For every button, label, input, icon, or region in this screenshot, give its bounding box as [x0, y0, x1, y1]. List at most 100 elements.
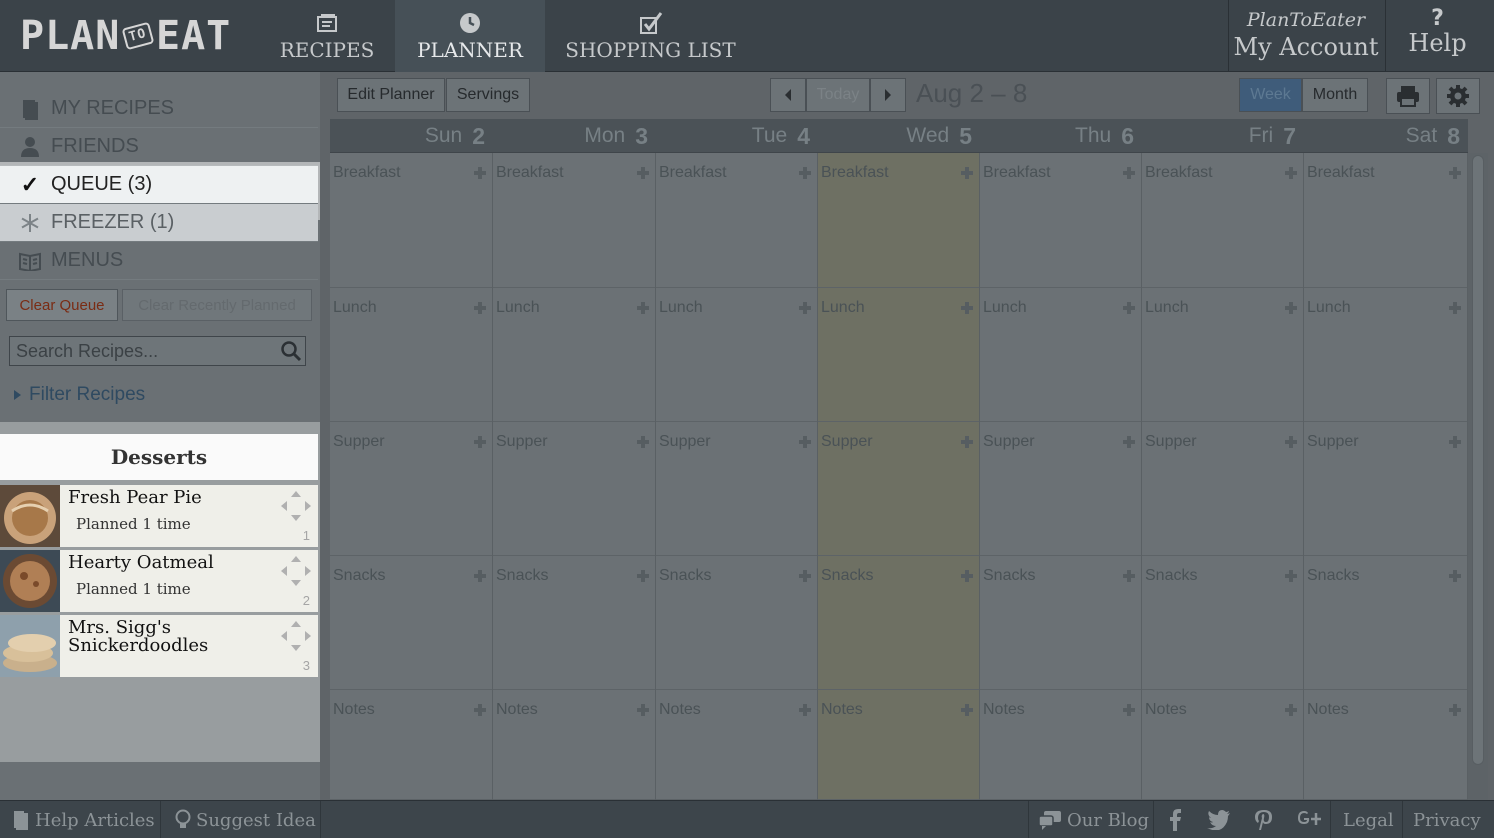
- clear-recently-planned-button[interactable]: Clear Recently Planned: [122, 289, 312, 321]
- plantoeat-logo[interactable]: PLAN TO EAT: [20, 13, 231, 59]
- add-meal-plus-icon[interactable]: [1123, 704, 1135, 716]
- sidebar-item-my-recipes[interactable]: MY RECIPES: [0, 90, 318, 128]
- drag-handle-icon[interactable]: [280, 555, 312, 587]
- add-meal-plus-icon[interactable]: [1449, 436, 1461, 448]
- search-icon[interactable]: [280, 340, 302, 362]
- recipe-item-hearty-oatmeal[interactable]: Hearty Oatmeal Planned 1 time 2: [0, 550, 318, 612]
- legal-link[interactable]: Legal: [1343, 801, 1394, 838]
- add-meal-plus-icon[interactable]: [961, 167, 973, 179]
- meal-slot-notes[interactable]: Notes: [1304, 690, 1467, 800]
- add-meal-plus-icon[interactable]: [1449, 302, 1461, 314]
- next-week-button[interactable]: [870, 78, 906, 112]
- meal-slot-lunch[interactable]: Lunch: [818, 288, 979, 422]
- meal-slot-breakfast[interactable]: Breakfast: [330, 153, 492, 288]
- meal-slot-supper[interactable]: Supper: [1142, 422, 1303, 556]
- add-meal-plus-icon[interactable]: [474, 704, 486, 716]
- servings-button[interactable]: Servings: [446, 78, 530, 112]
- meal-slot-lunch[interactable]: Lunch: [980, 288, 1141, 422]
- meal-slot-breakfast[interactable]: Breakfast: [818, 153, 979, 288]
- add-meal-plus-icon[interactable]: [961, 302, 973, 314]
- add-meal-plus-icon[interactable]: [1285, 704, 1297, 716]
- print-button[interactable]: [1386, 78, 1430, 114]
- meal-slot-notes[interactable]: Notes: [818, 690, 979, 800]
- filter-recipes-toggle[interactable]: Filter Recipes: [14, 384, 145, 406]
- meal-slot-snacks[interactable]: Snacks: [1304, 556, 1467, 690]
- suggest-idea-link[interactable]: Suggest Idea: [175, 801, 316, 838]
- meal-slot-notes[interactable]: Notes: [1142, 690, 1303, 800]
- meal-slot-notes[interactable]: Notes: [493, 690, 655, 800]
- meal-slot-supper[interactable]: Supper: [330, 422, 492, 556]
- nav-shopping-list[interactable]: SHOPPING LIST: [548, 0, 753, 72]
- sidebar-item-menus[interactable]: MENUS: [0, 242, 318, 280]
- drag-handle-icon[interactable]: [280, 620, 312, 652]
- meal-slot-snacks[interactable]: Snacks: [1142, 556, 1303, 690]
- add-meal-plus-icon[interactable]: [637, 704, 649, 716]
- meal-slot-supper[interactable]: Supper: [818, 422, 979, 556]
- add-meal-plus-icon[interactable]: [1123, 302, 1135, 314]
- meal-slot-snacks[interactable]: Snacks: [330, 556, 492, 690]
- recipe-item-snickerdoodles[interactable]: Mrs. Sigg's Snickerdoodles 3: [0, 615, 318, 677]
- add-meal-plus-icon[interactable]: [637, 167, 649, 179]
- add-meal-plus-icon[interactable]: [1449, 167, 1461, 179]
- add-meal-plus-icon[interactable]: [1285, 167, 1297, 179]
- add-meal-plus-icon[interactable]: [474, 167, 486, 179]
- add-meal-plus-icon[interactable]: [474, 302, 486, 314]
- add-meal-plus-icon[interactable]: [1123, 167, 1135, 179]
- add-meal-plus-icon[interactable]: [961, 570, 973, 582]
- meal-slot-notes[interactable]: Notes: [980, 690, 1141, 800]
- pinterest-link[interactable]: [1254, 801, 1279, 838]
- meal-slot-supper[interactable]: Supper: [980, 422, 1141, 556]
- meal-slot-breakfast[interactable]: Breakfast: [1304, 153, 1467, 288]
- our-blog-link[interactable]: Our Blog: [1038, 801, 1149, 838]
- privacy-link[interactable]: Privacy: [1413, 801, 1481, 838]
- scrollbar-thumb[interactable]: [1472, 155, 1484, 765]
- add-meal-plus-icon[interactable]: [1123, 436, 1135, 448]
- settings-button[interactable]: [1436, 78, 1480, 114]
- clear-queue-button[interactable]: Clear Queue: [6, 289, 118, 321]
- add-meal-plus-icon[interactable]: [1123, 570, 1135, 582]
- my-account-link[interactable]: PlanToEater My Account: [1228, 0, 1383, 72]
- edit-planner-button[interactable]: Edit Planner: [337, 78, 445, 112]
- add-meal-plus-icon[interactable]: [474, 436, 486, 448]
- add-meal-plus-icon[interactable]: [799, 167, 811, 179]
- add-meal-plus-icon[interactable]: [1449, 704, 1461, 716]
- drag-handle-icon[interactable]: [280, 490, 312, 522]
- today-button[interactable]: Today: [806, 78, 870, 112]
- meal-slot-lunch[interactable]: Lunch: [1304, 288, 1467, 422]
- facebook-link[interactable]: [1168, 801, 1187, 838]
- nav-planner[interactable]: PLANNER: [395, 0, 545, 72]
- meal-slot-breakfast[interactable]: Breakfast: [493, 153, 655, 288]
- add-meal-plus-icon[interactable]: [799, 302, 811, 314]
- meal-slot-supper[interactable]: Supper: [656, 422, 817, 556]
- meal-slot-snacks[interactable]: Snacks: [493, 556, 655, 690]
- add-meal-plus-icon[interactable]: [637, 302, 649, 314]
- add-meal-plus-icon[interactable]: [474, 570, 486, 582]
- add-meal-plus-icon[interactable]: [1285, 570, 1297, 582]
- add-meal-plus-icon[interactable]: [1449, 570, 1461, 582]
- help-articles-link[interactable]: Help Articles: [12, 801, 155, 838]
- week-view-button[interactable]: Week: [1239, 78, 1302, 112]
- twitter-link[interactable]: [1207, 801, 1236, 838]
- add-meal-plus-icon[interactable]: [961, 436, 973, 448]
- meal-slot-breakfast[interactable]: Breakfast: [1142, 153, 1303, 288]
- meal-slot-breakfast[interactable]: Breakfast: [980, 153, 1141, 288]
- nav-recipes[interactable]: RECIPES: [262, 0, 392, 72]
- add-meal-plus-icon[interactable]: [637, 436, 649, 448]
- meal-slot-notes[interactable]: Notes: [656, 690, 817, 800]
- add-meal-plus-icon[interactable]: [1285, 302, 1297, 314]
- meal-slot-supper[interactable]: Supper: [1304, 422, 1467, 556]
- month-view-button[interactable]: Month: [1302, 78, 1368, 112]
- add-meal-plus-icon[interactable]: [799, 570, 811, 582]
- add-meal-plus-icon[interactable]: [961, 704, 973, 716]
- sidebar-item-freezer[interactable]: FREEZER (1): [0, 204, 318, 242]
- search-recipes-input[interactable]: [10, 337, 275, 365]
- sidebar-item-queue[interactable]: ✓ QUEUE (3): [0, 166, 318, 204]
- sidebar-item-friends[interactable]: FRIENDS: [0, 128, 318, 166]
- meal-slot-notes[interactable]: Notes: [330, 690, 492, 800]
- meal-slot-lunch[interactable]: Lunch: [493, 288, 655, 422]
- meal-slot-snacks[interactable]: Snacks: [980, 556, 1141, 690]
- meal-slot-lunch[interactable]: Lunch: [656, 288, 817, 422]
- add-meal-plus-icon[interactable]: [1285, 436, 1297, 448]
- meal-slot-supper[interactable]: Supper: [493, 422, 655, 556]
- add-meal-plus-icon[interactable]: [799, 436, 811, 448]
